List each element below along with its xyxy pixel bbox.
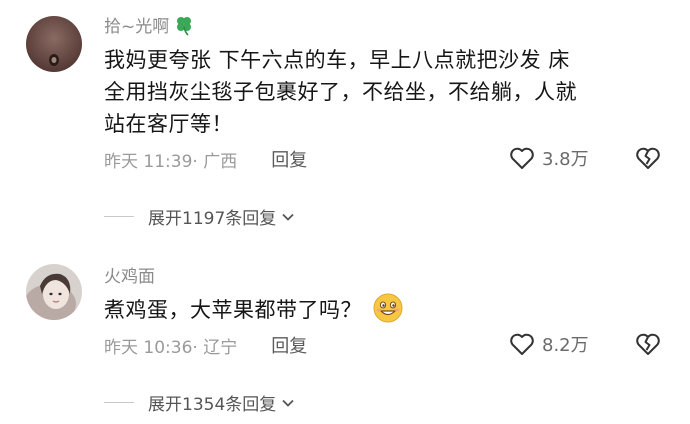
broken-heart-icon <box>636 147 660 169</box>
dislike-button[interactable] <box>634 330 662 358</box>
comment-time: 昨天 11:39 <box>104 151 193 172</box>
comment-meta: 昨天 11:39 · 广西 回复 <box>104 146 307 172</box>
expand-replies-button[interactable]: 展开1354条回复 <box>104 390 296 415</box>
chevron-down-icon <box>282 213 294 221</box>
heart-icon <box>510 333 534 355</box>
avatar-image <box>26 16 82 72</box>
comment-text: 煮鸡蛋，大苹果都带了吗？ <box>104 292 664 327</box>
comment-text: 我妈更夸张 下午六点的车，早上八点就把沙发 床 全用挡灰尘毯子包裹好了，不给坐，… <box>104 44 664 140</box>
avatar[interactable] <box>26 16 82 72</box>
comment-time: 昨天 10:36 <box>104 337 193 358</box>
expand-replies-label: 展开1354条回复 <box>148 395 277 415</box>
comment-text-line: 全用挡灰尘毯子包裹好了，不给坐，不给躺，人就 <box>104 80 577 104</box>
comment-item: 火鸡面 煮鸡蛋，大苹果都带了吗？ 昨天 10:36 · 辽宁 回复 8.2万 展… <box>0 250 690 424</box>
like-button[interactable]: 3.8万 <box>508 144 589 172</box>
four-leaf-clover-icon <box>173 14 195 36</box>
comment-item: 拾~光啊 我妈更夸张 下午六点的车，早上八点就把沙发 床 全用挡灰尘毯子包裹好了… <box>0 0 690 250</box>
divider-dash <box>104 216 134 217</box>
username[interactable]: 火鸡面 <box>104 262 155 287</box>
like-count: 3.8万 <box>542 149 589 170</box>
reply-button[interactable]: 回复 <box>271 332 307 358</box>
heart-icon <box>510 147 534 169</box>
comment-text-line: 我妈更夸张 下午六点的车，早上八点就把沙发 床 <box>104 48 570 72</box>
like-button[interactable]: 8.2万 <box>508 330 589 358</box>
expand-replies-label: 展开1197条回复 <box>148 209 277 229</box>
chevron-down-icon <box>282 399 294 407</box>
like-count: 8.2万 <box>542 335 589 356</box>
comment-text-line: 煮鸡蛋，大苹果都带了吗？ <box>104 292 664 327</box>
expand-replies-button[interactable]: 展开1197条回复 <box>104 204 296 229</box>
username[interactable]: 拾~光啊 <box>104 12 195 37</box>
grinning-face-emoji <box>372 292 404 324</box>
comment-text-line: 站在客厅等！ <box>104 112 233 136</box>
avatar[interactable] <box>26 264 82 320</box>
comment-location: · 广西 <box>192 151 238 172</box>
divider-dash <box>104 402 134 403</box>
avatar-image <box>26 264 82 320</box>
broken-heart-icon <box>636 333 660 355</box>
comment-text-content: 煮鸡蛋，大苹果都带了吗？ <box>104 298 362 322</box>
comment-location: · 辽宁 <box>192 337 238 358</box>
username-text: 拾~光啊 <box>104 17 170 37</box>
dislike-button[interactable] <box>634 144 662 172</box>
comment-meta: 昨天 10:36 · 辽宁 回复 <box>104 332 307 358</box>
username-text: 火鸡面 <box>104 267 155 287</box>
reply-button[interactable]: 回复 <box>271 146 307 172</box>
